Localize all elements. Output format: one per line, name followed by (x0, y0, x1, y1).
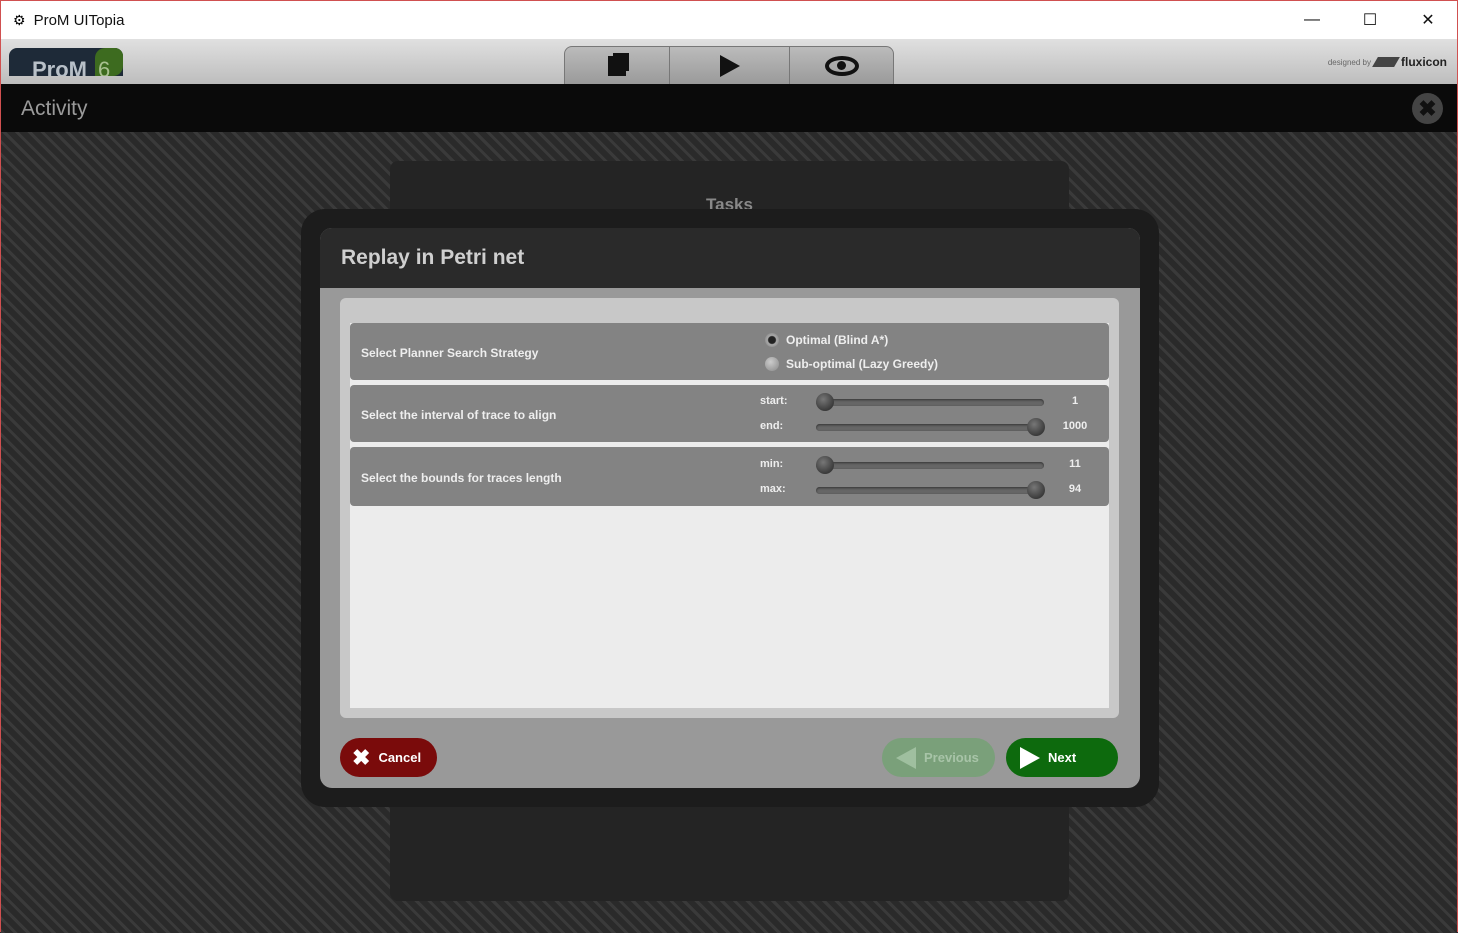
max-slider[interactable]: max: 94 (350, 480, 1109, 500)
previous-arrow-icon (896, 746, 916, 769)
end-slider[interactable]: end: 1000 (350, 417, 1109, 437)
dialog-title: Replay in Petri net (320, 228, 1140, 288)
cancel-x-icon: ✖ (352, 744, 371, 770)
minimize-button[interactable]: — (1283, 1, 1341, 39)
slider-handle[interactable] (816, 456, 834, 474)
slider-handle[interactable] (1027, 418, 1045, 436)
settings-panel: Select Planner Search Strategy Optimal (… (340, 298, 1119, 718)
eye-icon (824, 55, 859, 76)
window-titlebar: ⚙ ProM UITopia — ☐ ✕ (1, 1, 1457, 39)
app-header: ProM 6 designed by fluxicon (1, 39, 1457, 84)
activity-title: Activity (21, 97, 88, 120)
interval-row: Select the interval of trace to align st… (350, 385, 1109, 442)
workspace-icon (608, 55, 626, 76)
fluxicon-logo-icon (1372, 57, 1400, 67)
slider-handle[interactable] (816, 393, 834, 411)
tab-workspace[interactable] (564, 46, 670, 84)
maximize-button[interactable]: ☐ (1341, 1, 1399, 39)
previous-button[interactable]: Previous (882, 738, 995, 777)
prom-logo: ProM 6 (9, 48, 123, 76)
fluxicon-brand: designed by fluxicon (1327, 55, 1447, 69)
close-window-button[interactable]: ✕ (1399, 1, 1457, 39)
strategy-label: Select Planner Search Strategy (361, 346, 539, 360)
bounds-row: Select the bounds for traces length min:… (350, 447, 1109, 506)
strategy-row: Select Planner Search Strategy Optimal (… (350, 323, 1109, 380)
app-icon: ⚙ (13, 11, 26, 28)
close-activity-button[interactable]: ✖ (1412, 93, 1443, 124)
settings-content: Select Planner Search Strategy Optimal (… (350, 323, 1109, 708)
slider-handle[interactable] (1027, 481, 1045, 499)
close-icon: ✖ (1418, 95, 1437, 121)
play-icon (719, 54, 740, 77)
tab-views[interactable] (789, 46, 894, 84)
cancel-button[interactable]: ✖ Cancel (340, 738, 437, 777)
radio-suboptimal[interactable]: Sub-optimal (Lazy Greedy) (765, 357, 938, 371)
next-arrow-icon (1020, 746, 1040, 769)
window-title: ProM UITopia (33, 11, 125, 29)
next-button[interactable]: Next (1006, 738, 1118, 777)
start-slider[interactable]: start: 1 (350, 392, 1109, 412)
min-slider[interactable]: min: 11 (350, 455, 1109, 475)
activity-bar: Activity ✖ (1, 84, 1457, 132)
replay-dialog: Replay in Petri net Select Planner Searc… (320, 228, 1140, 788)
tab-actions[interactable] (669, 46, 790, 84)
radio-optimal[interactable]: Optimal (Blind A*) (765, 333, 888, 347)
